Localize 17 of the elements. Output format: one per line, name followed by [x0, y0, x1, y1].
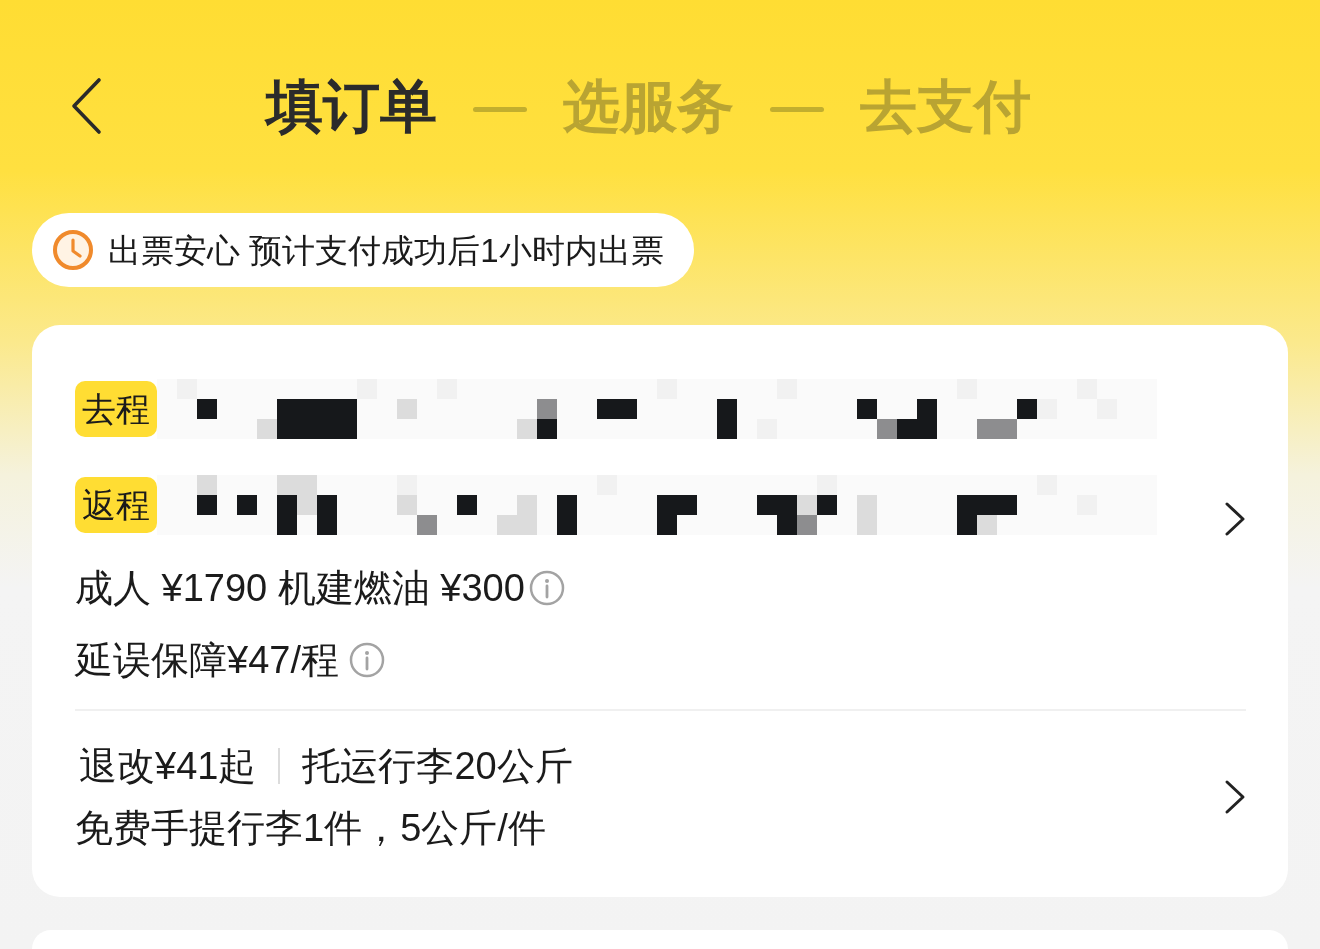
step-label: 选服务: [563, 77, 734, 135]
fare-text: 延误保障¥47/程: [75, 638, 339, 683]
chevron-right-icon[interactable]: [1224, 501, 1246, 537]
baggage-text: 免费手提行李1件，5公斤/件: [75, 806, 546, 851]
chevron-left-icon: [69, 77, 103, 135]
fare-text: 成人 ¥1790 机建燃油 ¥300: [75, 566, 525, 611]
trip-tag: 返程: [75, 477, 157, 533]
step-connector-icon: [770, 106, 824, 112]
step-label: 去支付: [860, 77, 1031, 135]
chevron-right-icon[interactable]: [1224, 779, 1246, 815]
step-connector-icon: [473, 106, 527, 112]
policy-text: 托运行李20公斤: [302, 744, 573, 789]
clock-icon: [52, 229, 94, 271]
step-label: 填订单: [266, 77, 437, 135]
trip-tag: 去程: [75, 381, 157, 437]
notice-text: 出票安心 预计支付成功后1小时内出票: [108, 233, 664, 267]
policy-text: 退改¥41起: [79, 744, 257, 789]
